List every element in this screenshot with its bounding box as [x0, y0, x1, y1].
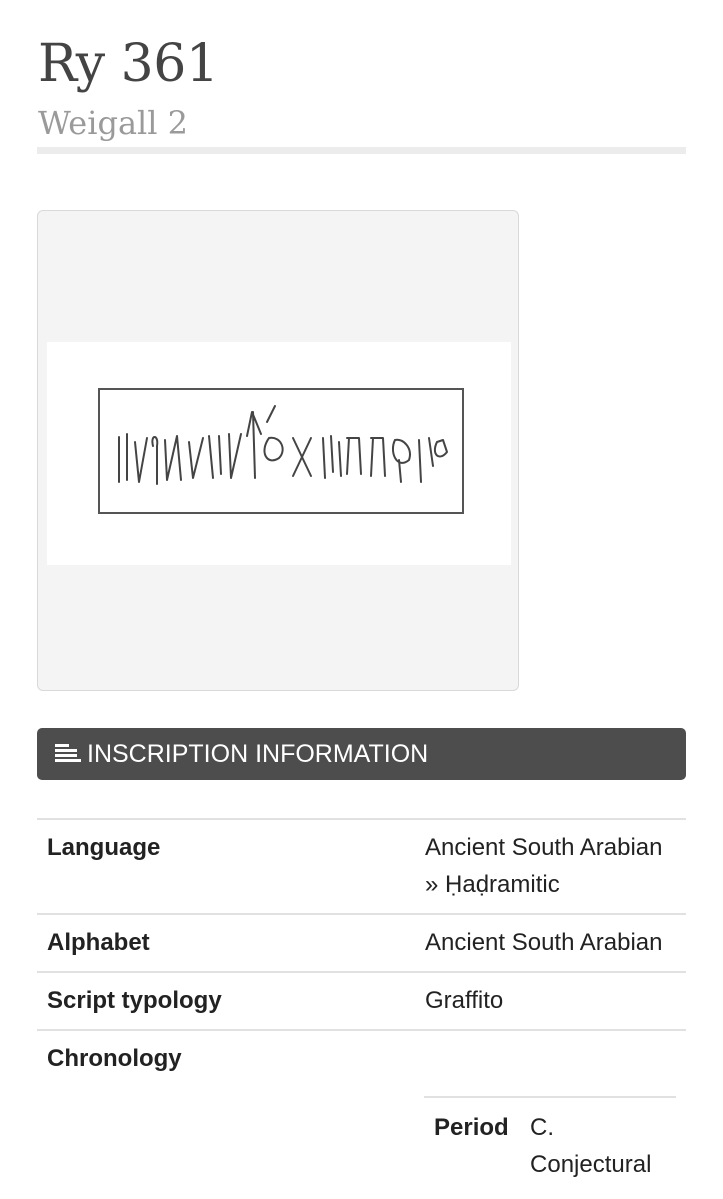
section-header-inscription-information[interactable]: INSCRIPTION INFORMATION	[37, 728, 686, 780]
info-row-chronology: Chronology	[37, 1029, 686, 1090]
period-value: C. Conjectural	[530, 1114, 652, 1178]
info-key: Chronology	[37, 1029, 415, 1090]
info-value	[415, 1029, 686, 1090]
info-value: Ancient South Arabian	[415, 913, 686, 972]
inscription-image-card[interactable]	[37, 210, 519, 691]
title-divider	[37, 147, 686, 154]
info-row-language: Language Ancient South Arabian » Ḥaḍrami…	[37, 818, 686, 914]
page-title: Ry 361	[38, 34, 219, 94]
page-subtitle: Weigall 2	[38, 104, 189, 142]
chronology-subtable: Period C. Conjectural	[424, 1096, 676, 1183]
info-key: Script typology	[37, 971, 415, 1030]
period-label: Period	[434, 1114, 509, 1141]
list-icon	[55, 744, 81, 764]
info-key: Language	[37, 818, 415, 914]
chronology-period-row: Period C. Conjectural	[424, 1098, 676, 1183]
info-value: Graffito	[415, 971, 686, 1030]
info-row-script-typology: Script typology Graffito	[37, 971, 686, 1030]
section-title: INSCRIPTION INFORMATION	[87, 739, 429, 768]
inscription-info-table: Language Ancient South Arabian » Ḥaḍrami…	[37, 818, 686, 1090]
info-row-alphabet: Alphabet Ancient South Arabian	[37, 913, 686, 972]
info-value: Ancient South Arabian » Ḥaḍramitic	[415, 818, 686, 914]
inscription-image[interactable]	[47, 342, 511, 565]
info-key: Alphabet	[37, 913, 415, 972]
